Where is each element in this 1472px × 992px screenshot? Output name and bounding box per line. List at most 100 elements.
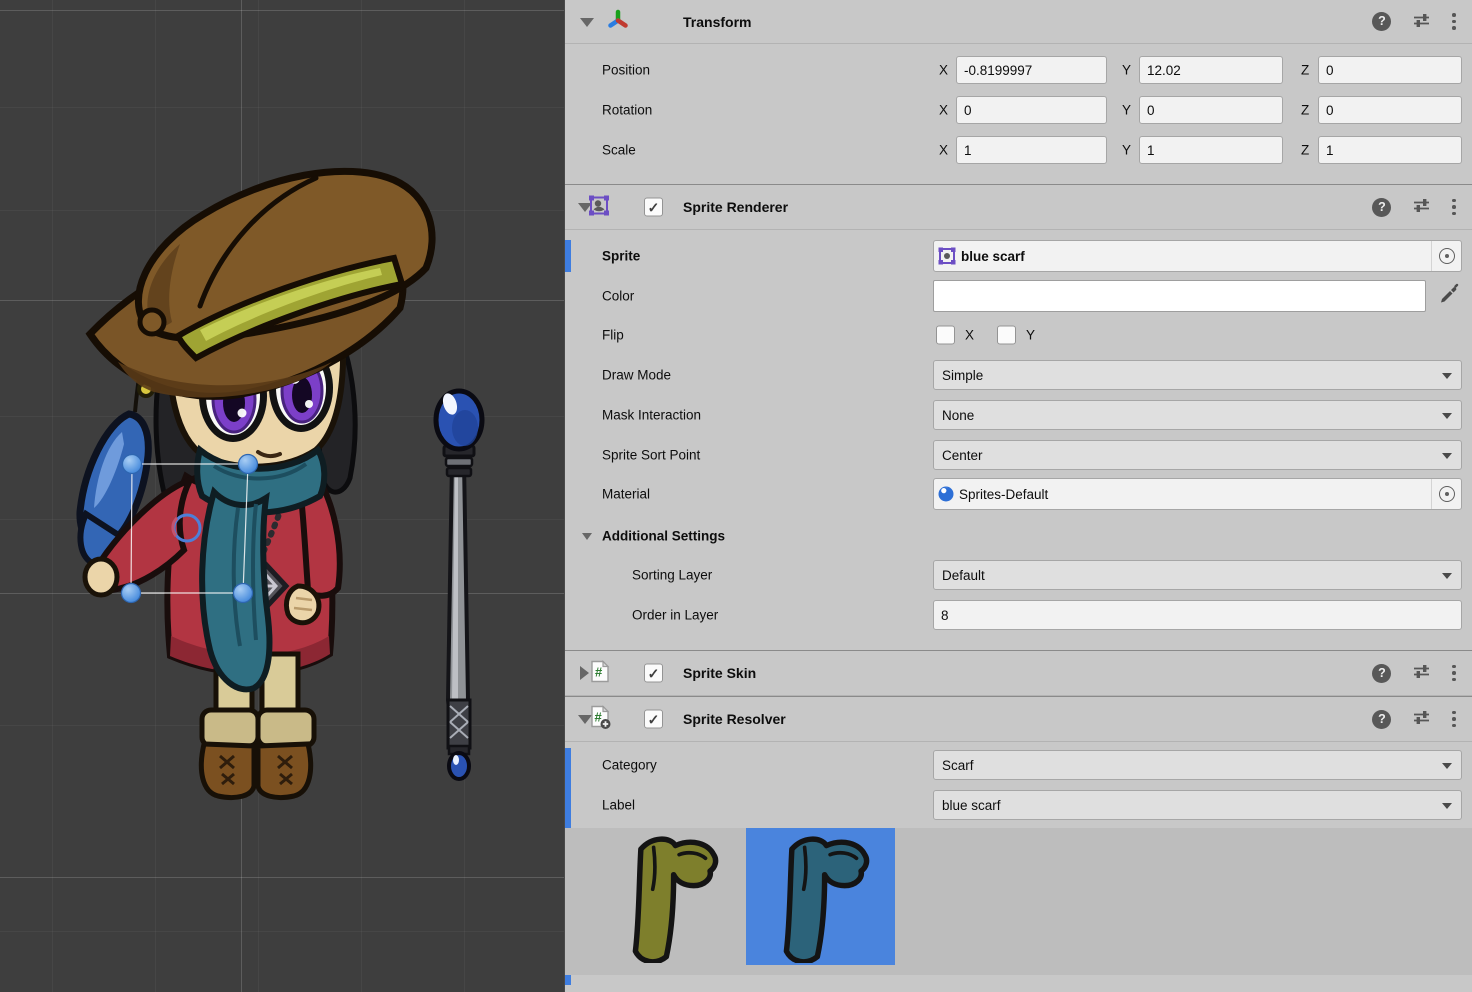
sprite-renderer-header[interactable]: ✓ Sprite Renderer ?	[565, 184, 1472, 230]
axis-label: X	[939, 63, 948, 78]
mask-interaction-dropdown[interactable]: None	[933, 400, 1462, 430]
help-icon[interactable]: ?	[1372, 710, 1391, 729]
field-label: Sprite	[602, 249, 640, 264]
sprite-thumb-blue-scarf[interactable]	[746, 828, 895, 965]
position-z-field[interactable]: 0	[1318, 56, 1462, 84]
field-label: Mask Interaction	[602, 408, 701, 423]
component-title: Sprite Skin	[683, 665, 756, 681]
sprite-row: Sprite blue scarf	[565, 240, 1472, 272]
sprite-skin-header[interactable]: # ✓ Sprite Skin ?	[565, 650, 1472, 696]
label-row: Label blue scarf	[565, 790, 1472, 820]
axis-label: Y	[1122, 63, 1131, 78]
axis-label: Z	[1301, 103, 1309, 118]
scene-view[interactable]	[0, 0, 564, 992]
svg-text:#: #	[595, 665, 603, 680]
axis-label: Y	[1122, 143, 1131, 158]
bone-handle	[234, 584, 253, 603]
additional-settings-row[interactable]: Additional Settings	[565, 522, 1472, 550]
mask-interaction-row: Mask Interaction None	[565, 400, 1472, 430]
axis-label: X	[939, 143, 948, 158]
component-enabled-checkbox[interactable]: ✓	[644, 664, 663, 683]
eyedropper-icon[interactable]	[1438, 284, 1460, 309]
field-label: Material	[602, 487, 650, 502]
sprite-renderer-icon	[587, 194, 611, 221]
help-icon[interactable]: ?	[1372, 198, 1391, 217]
kebab-menu-icon[interactable]	[1452, 13, 1456, 30]
category-dropdown[interactable]: Scarf	[933, 750, 1462, 780]
inspector-panel: Transform ? Position X-0.8199997 Y12.02 …	[565, 0, 1472, 992]
flip-x-label: X	[965, 328, 974, 343]
kebab-menu-icon[interactable]	[1452, 711, 1456, 728]
field-label: Rotation	[602, 103, 652, 118]
field-label: Label	[602, 798, 635, 813]
presets-icon[interactable]	[1412, 196, 1431, 218]
bone-handle	[239, 455, 258, 474]
rotation-y-field[interactable]: 0	[1139, 96, 1283, 124]
foldout-arrow-icon[interactable]	[580, 666, 589, 680]
field-label: Draw Mode	[602, 368, 671, 383]
draw-mode-row: Draw Mode Simple	[565, 360, 1472, 390]
transform-header[interactable]: Transform ?	[565, 0, 1472, 44]
staff-gem	[449, 753, 469, 779]
component-title: Sprite Resolver	[683, 711, 786, 727]
presets-icon[interactable]	[1412, 662, 1431, 684]
label-dropdown[interactable]: blue scarf	[933, 790, 1462, 820]
field-label: Order in Layer	[632, 608, 718, 623]
rotation-z-field[interactable]: 0	[1318, 96, 1462, 124]
foldout-arrow-icon[interactable]	[582, 533, 592, 540]
position-y-field[interactable]: 12.02	[1139, 56, 1283, 84]
sorting-layer-dropdown[interactable]: Default	[933, 560, 1462, 590]
color-swatch[interactable]	[933, 280, 1426, 312]
scale-row: Scale X1 Y1 Z1	[565, 136, 1472, 164]
bone-handle	[122, 584, 141, 603]
unity-editor-window: Transform ? Position X-0.8199997 Y12.02 …	[0, 0, 1472, 992]
help-icon[interactable]: ?	[1372, 664, 1391, 683]
component-title: Transform	[683, 14, 751, 30]
material-object-field[interactable]: Sprites-Default	[933, 478, 1462, 510]
character-sprite	[80, 171, 432, 797]
bone-handle	[123, 455, 142, 474]
sprite-object-field[interactable]: blue scarf	[933, 240, 1462, 272]
order-in-layer-field[interactable]: 8	[933, 600, 1462, 630]
draw-mode-dropdown[interactable]: Simple	[933, 360, 1462, 390]
kebab-menu-icon[interactable]	[1452, 199, 1456, 216]
sprite-resolver-header[interactable]: # ✓ Sprite Resolver ?	[565, 696, 1472, 742]
flip-y-label: Y	[1026, 328, 1035, 343]
field-label: Color	[602, 289, 634, 304]
field-label: Sprite Sort Point	[602, 448, 700, 463]
material-sphere-icon	[937, 485, 955, 503]
flip-y-checkbox[interactable]	[997, 326, 1016, 345]
sprite-corners-icon	[937, 246, 957, 266]
axis-label: X	[939, 103, 948, 118]
component-enabled-checkbox[interactable]: ✓	[644, 710, 663, 729]
scale-y-field[interactable]: 1	[1139, 136, 1283, 164]
scale-x-field[interactable]: 1	[956, 136, 1107, 164]
object-picker-button[interactable]	[1431, 479, 1461, 509]
object-picker-button[interactable]	[1431, 241, 1461, 271]
rotation-x-field[interactable]: 0	[956, 96, 1107, 124]
material-value: Sprites-Default	[959, 487, 1048, 502]
rotation-row: Rotation X0 Y0 Z0	[565, 96, 1472, 124]
field-label: Sorting Layer	[632, 568, 712, 583]
position-x-field[interactable]: -0.8199997	[956, 56, 1107, 84]
field-label: Scale	[602, 143, 636, 158]
sprite-variant-list	[565, 828, 1472, 975]
axis-label: Z	[1301, 63, 1309, 78]
presets-icon[interactable]	[1412, 708, 1431, 730]
component-enabled-checkbox[interactable]: ✓	[644, 198, 663, 217]
sprite-resolver-script-icon: #	[589, 706, 613, 733]
sprite-sort-point-dropdown[interactable]: Center	[933, 440, 1462, 470]
axis-label: Z	[1301, 143, 1309, 158]
scale-z-field[interactable]: 1	[1318, 136, 1462, 164]
field-label: Flip	[602, 328, 624, 343]
sprite-thumb-green-scarf[interactable]	[600, 828, 740, 965]
section-label: Additional Settings	[602, 529, 725, 544]
help-icon[interactable]: ?	[1372, 12, 1391, 31]
flip-x-checkbox[interactable]	[936, 326, 955, 345]
sprite-sort-point-row: Sprite Sort Point Center	[565, 440, 1472, 470]
foldout-arrow-icon[interactable]	[580, 18, 594, 27]
field-label: Position	[602, 63, 650, 78]
kebab-menu-icon[interactable]	[1452, 665, 1456, 682]
presets-icon[interactable]	[1412, 11, 1431, 33]
transform-icon	[607, 9, 629, 34]
